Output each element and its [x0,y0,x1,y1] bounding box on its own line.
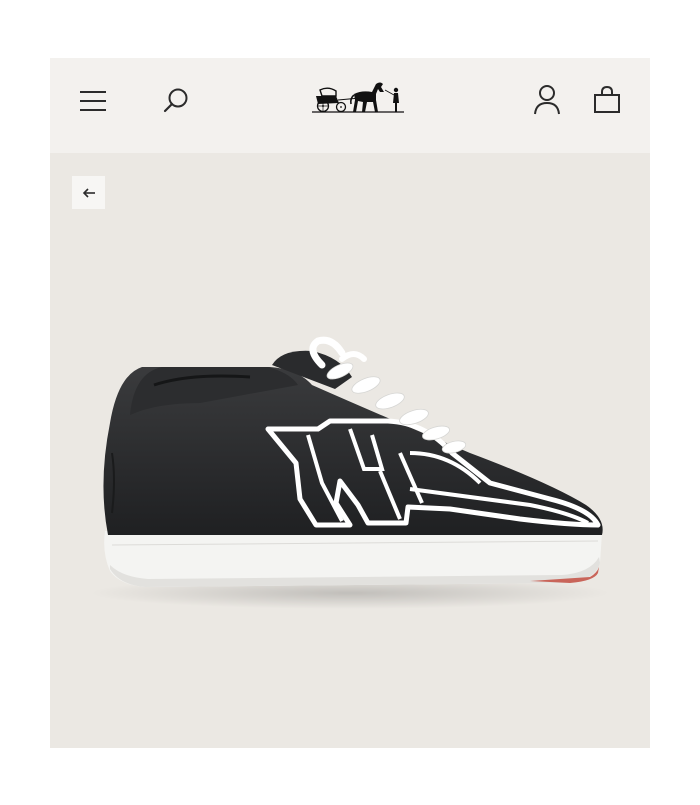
top-navigation-bar [50,58,650,153]
product-image-stage [50,153,650,748]
search-icon [163,88,188,113]
back-button[interactable] [72,176,105,209]
arrow-left-icon [82,187,95,198]
hamburger-menu-icon [80,91,106,111]
menu-button[interactable] [78,86,108,116]
account-button[interactable] [532,82,562,116]
shopping-bag-button[interactable] [591,83,623,115]
hermes-carriage-logo [312,82,404,113]
shopping-bag-icon [594,85,620,113]
brand-logo[interactable] [310,76,406,120]
user-account-icon [534,85,560,115]
app-frame [50,58,650,748]
search-button[interactable] [160,84,192,116]
black-leather-sneaker-side-view[interactable] [50,153,650,748]
